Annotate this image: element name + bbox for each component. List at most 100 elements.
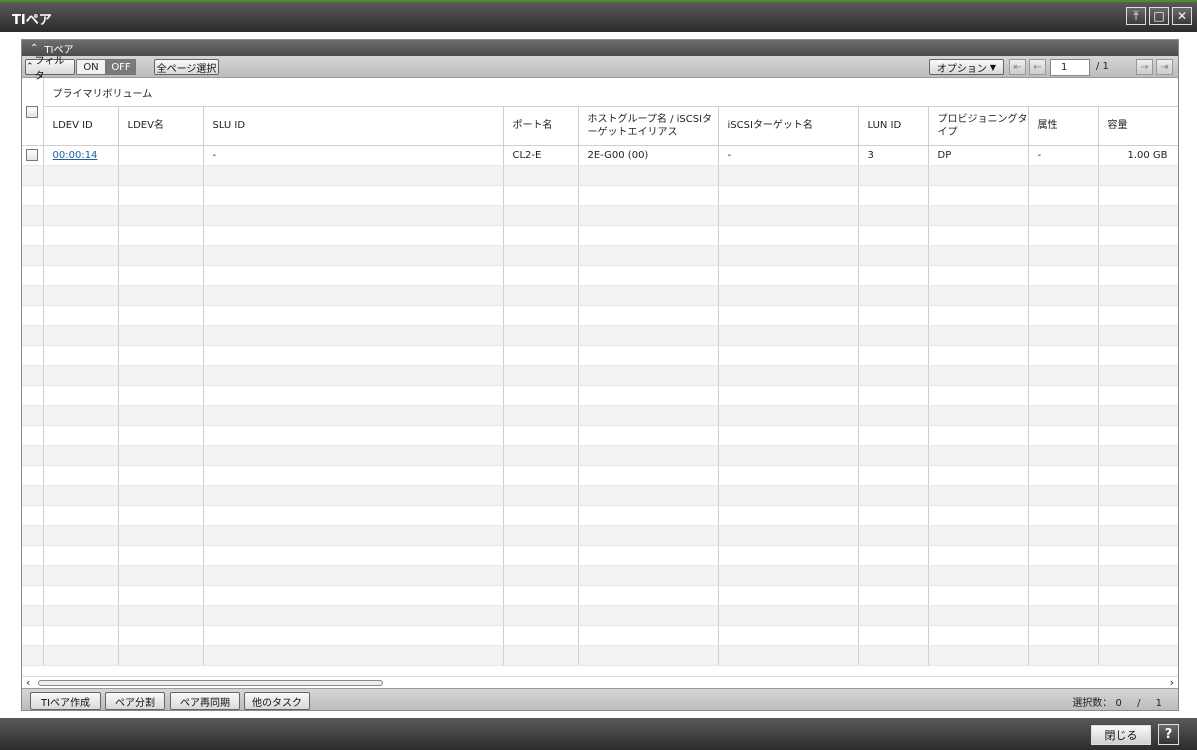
table-cell bbox=[1098, 645, 1178, 666]
table-cell bbox=[858, 305, 929, 326]
table-cell bbox=[1028, 485, 1099, 506]
scrollbar-thumb[interactable] bbox=[38, 680, 383, 686]
row-checkbox-cell bbox=[22, 485, 44, 506]
maximize-icon[interactable]: □ bbox=[1149, 7, 1169, 25]
group-header-primary-volume: プライマリボリューム bbox=[43, 79, 1178, 107]
table-cell bbox=[858, 265, 929, 286]
table-cell bbox=[118, 525, 204, 546]
table-cell bbox=[1028, 245, 1099, 266]
table-cell bbox=[1098, 585, 1178, 606]
prev-page-icon[interactable]: ← bbox=[1029, 59, 1046, 75]
table-cell bbox=[928, 365, 1029, 386]
row-checkbox-cell bbox=[22, 525, 44, 546]
help-icon[interactable]: ? bbox=[1158, 724, 1179, 745]
ti-pair-panel: ⌃ TIペア ⌃ フィルタ ON OFF 全ページ選択 オプション ▼ ⇤ ← … bbox=[21, 39, 1179, 711]
options-button[interactable]: オプション ▼ bbox=[929, 59, 1004, 75]
table-cell bbox=[503, 305, 579, 326]
table-cell bbox=[858, 585, 929, 606]
table-cell bbox=[43, 365, 119, 386]
last-page-icon[interactable]: ⇥ bbox=[1156, 59, 1173, 75]
table-cell bbox=[1098, 485, 1178, 506]
table-cell bbox=[503, 385, 579, 406]
table-cell bbox=[718, 325, 859, 346]
table-cell bbox=[1098, 225, 1178, 246]
column-header[interactable]: LUN ID bbox=[858, 106, 929, 146]
column-header[interactable]: iSCSIターゲット名 bbox=[718, 106, 859, 146]
next-page-icon[interactable]: → bbox=[1136, 59, 1153, 75]
table-cell bbox=[718, 205, 859, 226]
table-row[interactable]: 00:00:14- CL2-E 2E-G00 (00) -3 DP -1.00 GB bbox=[22, 145, 1178, 166]
table-cell bbox=[858, 385, 929, 406]
other-tasks-button[interactable]: 他のタスク bbox=[244, 692, 310, 710]
close-button[interactable]: 閉じる bbox=[1091, 725, 1151, 745]
ldev-id-link[interactable]: 00:00:14 bbox=[53, 150, 98, 161]
table-cell bbox=[43, 445, 119, 466]
table-cell bbox=[1028, 345, 1099, 366]
table-cell bbox=[928, 205, 1029, 226]
split-pair-button[interactable]: ペア分割 bbox=[105, 692, 165, 710]
horizontal-scrollbar[interactable]: ‹ › bbox=[22, 676, 1178, 689]
table-cell bbox=[203, 625, 504, 646]
table-cell bbox=[203, 205, 504, 226]
column-header[interactable]: 容量 bbox=[1098, 106, 1178, 146]
select-all-checkbox[interactable] bbox=[26, 105, 38, 118]
row-checkbox-cell bbox=[22, 365, 44, 386]
table-cell bbox=[578, 385, 719, 406]
table-cell bbox=[503, 285, 579, 306]
table-cell bbox=[1028, 285, 1099, 306]
table-cell bbox=[1028, 445, 1099, 466]
table-row bbox=[22, 585, 1178, 606]
column-header[interactable]: ポート名 bbox=[503, 106, 579, 146]
table-cell bbox=[1098, 405, 1178, 426]
column-header[interactable]: LDEV ID bbox=[43, 106, 119, 146]
table-cell bbox=[1098, 545, 1178, 566]
table-cell bbox=[1098, 305, 1178, 326]
table-cell bbox=[503, 205, 579, 226]
table-cell bbox=[203, 305, 504, 326]
table-cell bbox=[578, 405, 719, 426]
pin-top-icon[interactable]: ⤒ bbox=[1126, 7, 1146, 25]
table-cell bbox=[578, 525, 719, 546]
column-header[interactable]: プロビジョニングタイプ bbox=[928, 106, 1029, 146]
table-cell bbox=[858, 525, 929, 546]
resync-pair-button[interactable]: ペア再同期 bbox=[170, 692, 240, 710]
select-all-pages-button[interactable]: 全ページ選択 bbox=[154, 59, 219, 75]
table-cell bbox=[928, 325, 1029, 346]
table-cell bbox=[43, 525, 119, 546]
table-cell bbox=[118, 605, 204, 626]
table-cell bbox=[203, 345, 504, 366]
table-cell bbox=[718, 625, 859, 646]
chevron-down-icon: ▼ bbox=[989, 62, 997, 72]
table-cell bbox=[1098, 325, 1178, 346]
page-number-input[interactable]: 1 bbox=[1050, 59, 1090, 76]
row-checkbox-cell bbox=[22, 385, 44, 406]
filter-off-toggle[interactable]: OFF bbox=[106, 59, 136, 75]
table-cell bbox=[118, 345, 204, 366]
table-cell bbox=[503, 445, 579, 466]
create-ti-pair-button[interactable]: TIペア作成 bbox=[30, 692, 101, 710]
column-header[interactable]: ホストグループ名 / iSCSIターゲットエイリアス bbox=[578, 106, 719, 146]
table-cell bbox=[928, 585, 1029, 606]
table-cell bbox=[928, 485, 1029, 506]
row-checkbox-cell bbox=[22, 325, 44, 346]
table-cell bbox=[858, 225, 929, 246]
row-checkbox[interactable] bbox=[26, 149, 38, 161]
table-cell bbox=[203, 325, 504, 346]
table-cell bbox=[1028, 605, 1099, 626]
column-header[interactable]: SLU ID bbox=[203, 106, 504, 146]
panel-header[interactable]: ⌃ TIペア bbox=[22, 40, 1178, 56]
table-cell bbox=[718, 565, 859, 586]
column-header[interactable]: 属性 bbox=[1028, 106, 1099, 146]
close-icon[interactable]: ✕ bbox=[1172, 7, 1192, 25]
column-header[interactable]: LDEV名 bbox=[118, 106, 204, 146]
table-cell bbox=[43, 505, 119, 526]
row-checkbox-cell bbox=[22, 285, 44, 306]
table-cell: DP bbox=[928, 145, 1029, 166]
filter-button[interactable]: ⌃ フィルタ bbox=[25, 56, 75, 82]
table-cell bbox=[203, 605, 504, 626]
pair-table: プライマリボリューム LDEV ID LDEV名 SLU ID ポート名 ホストグループ… bbox=[22, 79, 1178, 676]
first-page-icon[interactable]: ⇤ bbox=[1009, 59, 1026, 75]
filter-on-toggle[interactable]: ON bbox=[76, 59, 106, 75]
table-row bbox=[22, 285, 1178, 306]
row-checkbox-cell bbox=[22, 565, 44, 586]
